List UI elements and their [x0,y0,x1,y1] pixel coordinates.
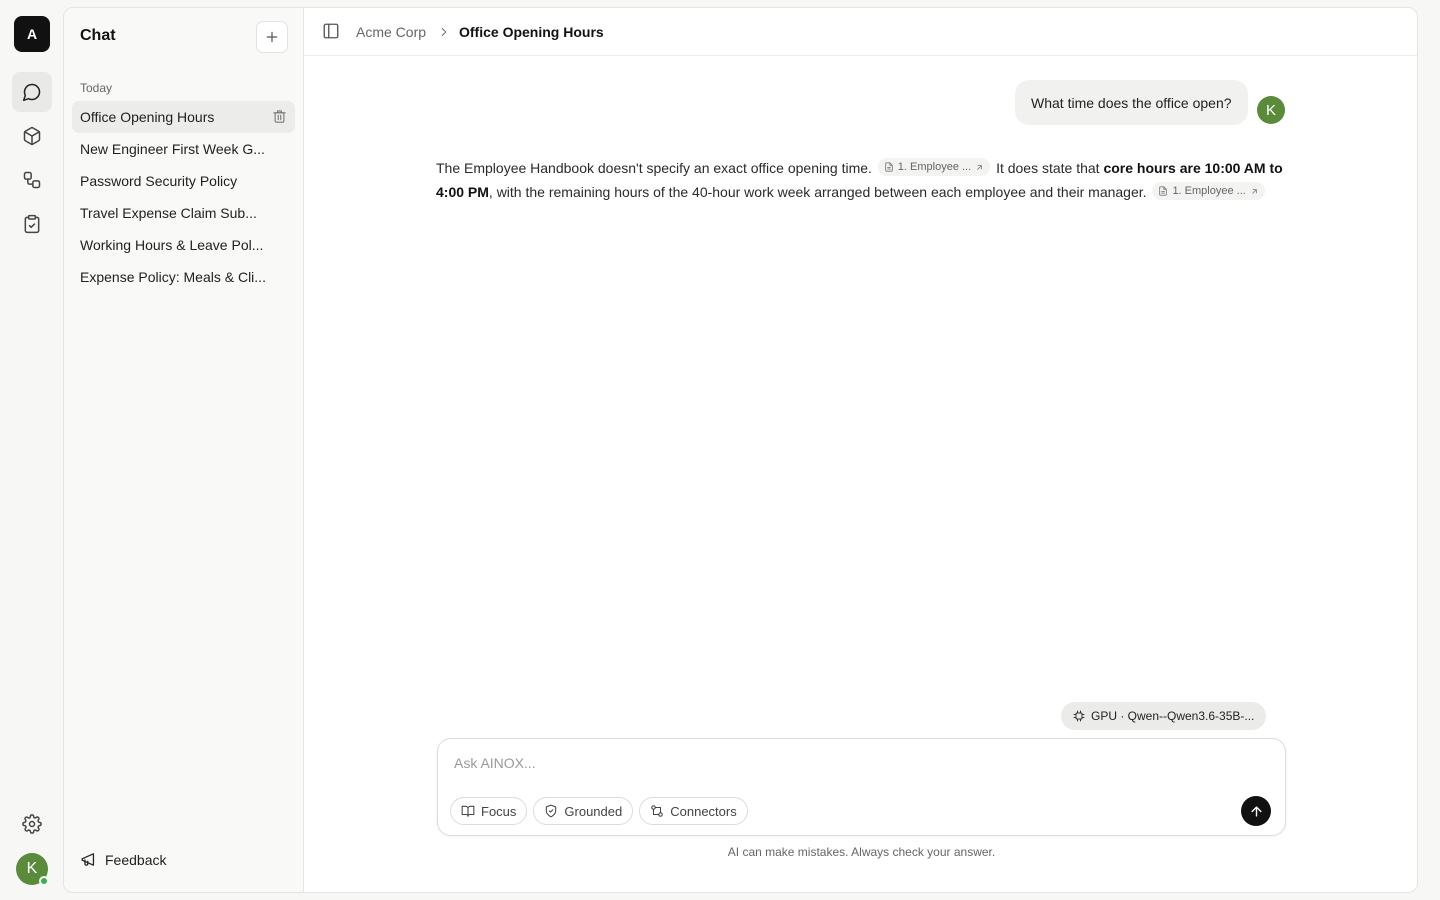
chevron-right-icon [437,25,451,44]
citation-chip[interactable]: 1. Employee ... [1152,182,1265,200]
chat-history-item[interactable]: New Engineer First Week G... [72,133,295,165]
icon-rail: A K [0,0,64,900]
online-status-dot [39,876,49,886]
chat-history-item[interactable]: Office Opening Hours [72,101,295,133]
breadcrumb-current: Office Opening Hours [459,24,604,40]
workflow-icon [23,171,41,189]
disclaimer-text: AI can make mistakes. Always check your … [727,845,996,859]
cube-icon [23,126,41,146]
sidebar-toggle-icon [323,23,339,39]
external-arrow-icon [1252,188,1257,194]
chat-history-label: Office Opening Hours [80,109,215,125]
gear-icon [22,814,42,834]
trash-icon [273,110,286,123]
citation-label: 1. Employee ... [1172,185,1246,197]
chat-input[interactable]: Ask AINOX... [454,755,536,771]
composer-tools: Focus Grounded Connectors [450,797,748,825]
chat-icon [22,83,41,102]
answer-text-part: , with the remaining hours of the 40-hou… [488,184,1147,200]
focus-label: Focus [481,803,517,819]
chat-composer: Ask AINOX... Focus Grounded Connectors [437,738,1286,836]
clipboard-check-icon [24,214,40,234]
chat-history-item[interactable]: Working Hours & Leave Pol... [72,229,295,261]
delete-chat-button[interactable] [272,109,287,127]
nav-chat-button[interactable] [12,72,52,112]
grounded-label: Grounded [564,803,623,819]
document-icon [885,162,893,172]
assistant-answer: The Employee Handbook doesn't specify an… [436,156,1288,204]
grounded-button[interactable]: Grounded [533,797,634,825]
feedback-button[interactable]: Feedback [80,851,166,868]
connectors-icon [651,805,664,817]
chat-history-label: Expense Policy: Meals & Cli... [80,269,266,285]
chat-history-item[interactable]: Travel Expense Claim Sub... [72,197,295,229]
chat-history-item[interactable]: Expense Policy: Meals & Cli... [72,261,295,293]
chat-history-list: Office Opening Hours New Engineer First … [72,101,295,293]
shield-check-icon [546,804,557,818]
new-chat-button[interactable] [256,21,288,53]
user-avatar[interactable]: K [16,853,49,886]
send-button[interactable] [1241,796,1271,826]
focus-button[interactable]: Focus [450,797,528,825]
model-selector[interactable]: GPU · Qwen--Qwen3.6-35B-... [1061,702,1267,730]
top-header: Acme Corp Office Opening Hours [304,8,1417,56]
breadcrumb-root[interactable]: Acme Corp [356,24,426,40]
main-card: Chat Today Office Opening Hours New Engi… [63,7,1418,893]
section-label-today: Today [80,81,113,95]
external-arrow-icon [977,164,982,170]
chat-history-label: New Engineer First Week G... [80,141,265,157]
chat-history-label: Working Hours & Leave Pol... [80,237,264,253]
nav-models-button[interactable] [12,116,52,156]
arrow-up-icon [1250,805,1262,817]
chip-icon [1073,710,1085,722]
document-icon [1159,186,1168,196]
model-label: GPU · Qwen--Qwen3.6-35B-... [1091,709,1255,723]
connectors-label: Connectors [670,803,737,819]
message-avatar: K [1257,96,1285,124]
book-open-icon [461,805,475,817]
workspace-logo[interactable]: A [14,16,50,52]
toggle-sidebar-button[interactable] [322,22,340,45]
nav-tasks-button[interactable] [12,204,52,244]
chat-history-label: Travel Expense Claim Sub... [80,205,257,221]
plus-icon [266,31,278,43]
answer-text-part: It does state that [996,160,1100,176]
settings-button[interactable] [12,804,52,844]
user-message-text: What time does the office open? [1031,94,1232,111]
chat-history-label: Password Security Policy [80,173,238,189]
chat-sidebar: Chat Today Office Opening Hours New Engi… [64,8,304,892]
connectors-button[interactable]: Connectors [639,797,748,825]
user-message-bubble: What time does the office open? [1015,80,1248,125]
feedback-label: Feedback [105,851,167,868]
chat-history-item[interactable]: Password Security Policy [72,165,295,197]
nav-workflows-button[interactable] [12,160,52,200]
citation-label: 1. Employee ... [897,161,972,173]
message-avatar-initial: K [1265,101,1276,119]
avatar-initial: K [26,860,38,877]
megaphone-icon [81,853,95,866]
sidebar-title: Chat [80,27,116,44]
citation-chip[interactable]: 1. Employee ... [877,158,991,176]
answer-text-part: The Employee Handbook doesn't specify an… [436,160,872,176]
